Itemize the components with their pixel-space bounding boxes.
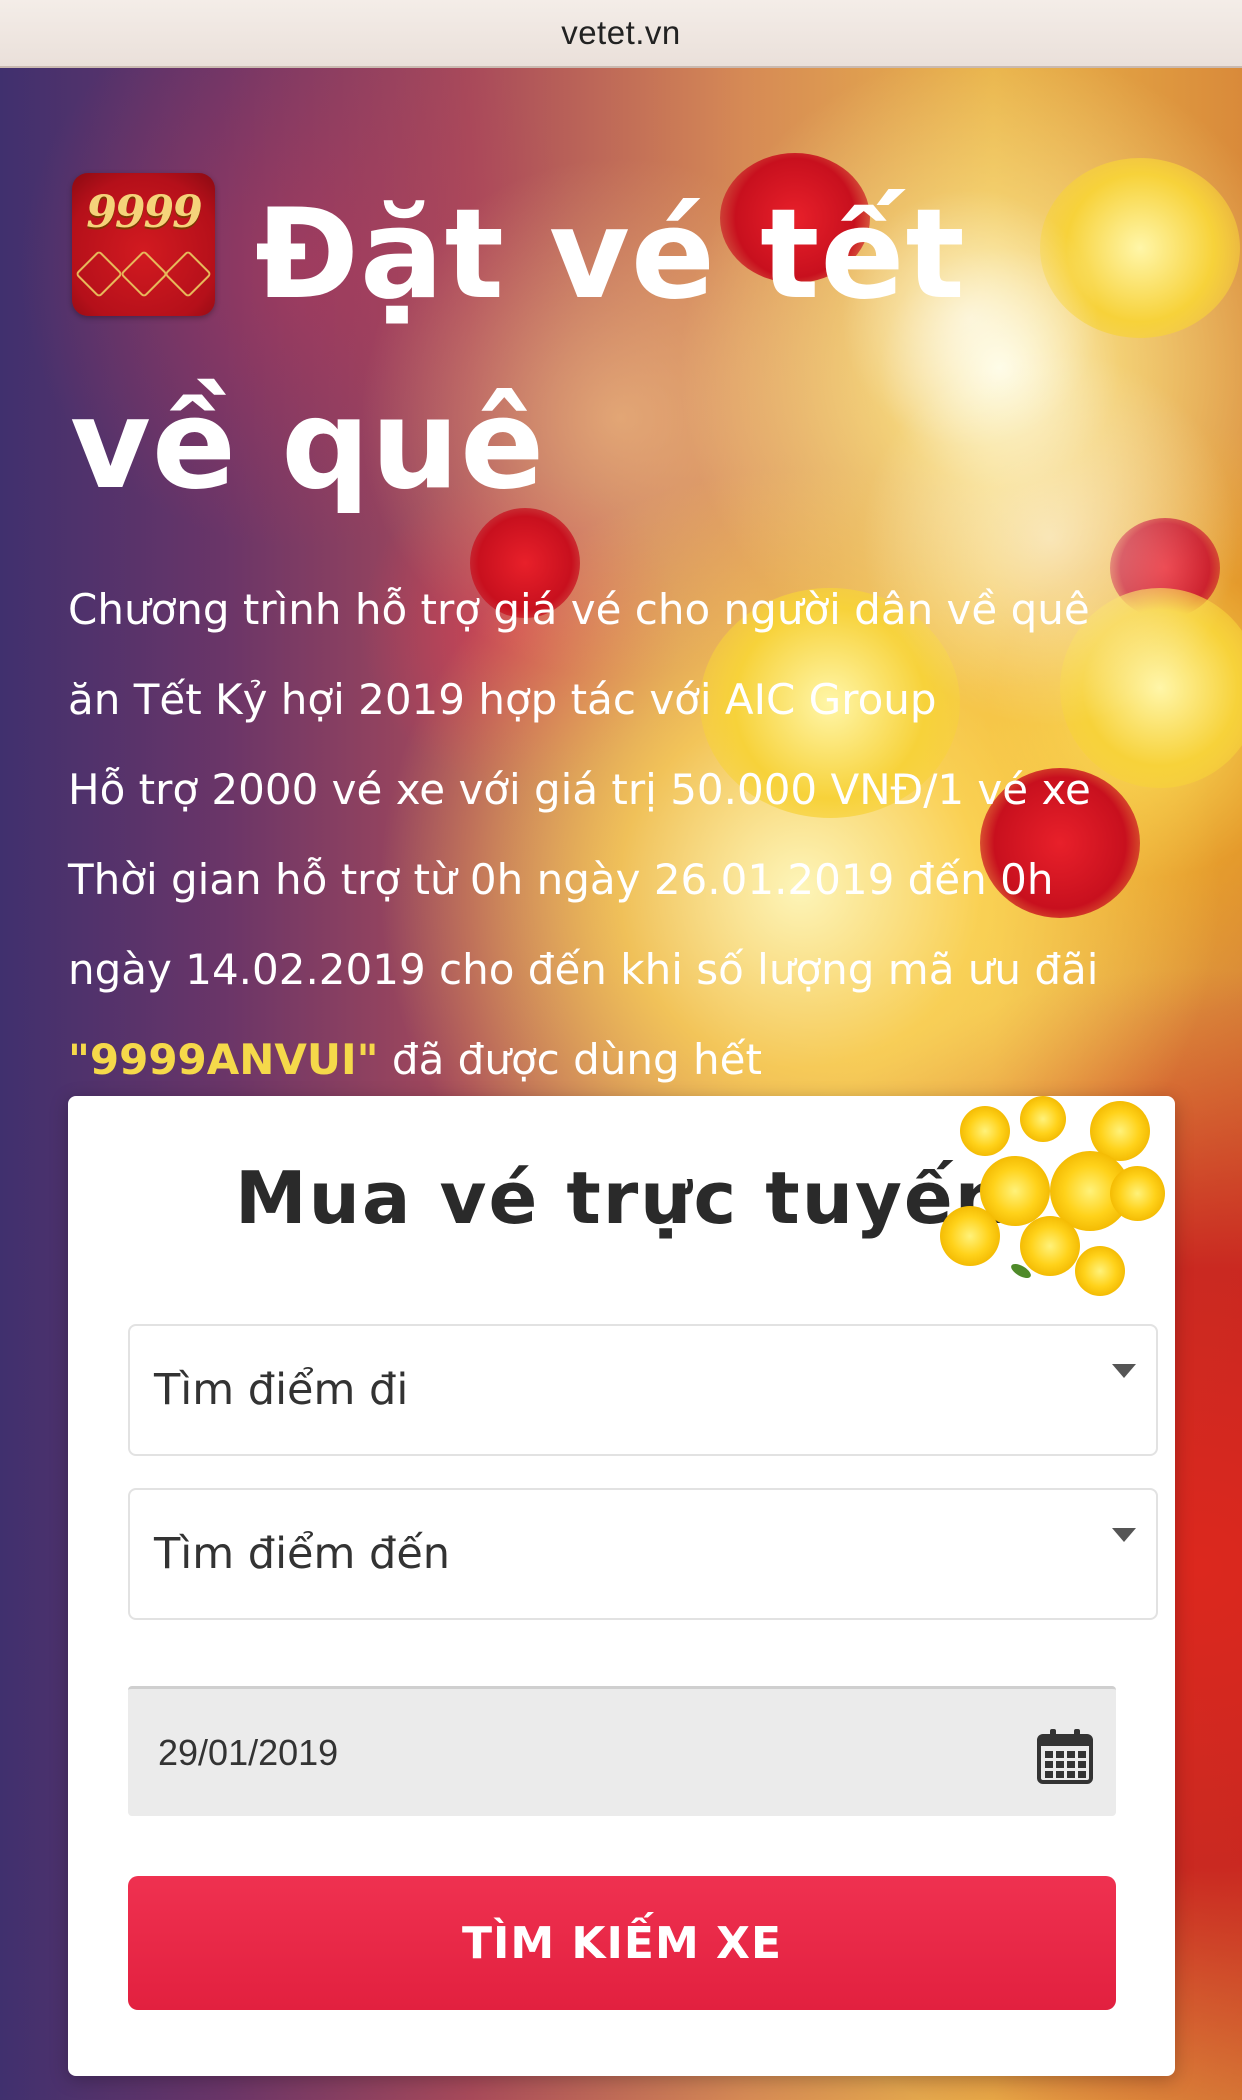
promo-description: Chương trình hỗ trợ giá vé cho người dân… — [68, 565, 1208, 1105]
description-line: "9999ANVUI" đã được dùng hết — [68, 1015, 1208, 1105]
destination-select[interactable]: Tìm điểm đến — [128, 1488, 1158, 1620]
origin-placeholder: Tìm điểm đi — [154, 1365, 409, 1415]
calendar-icon[interactable] — [1036, 1727, 1094, 1785]
promo-suffix: đã được dùng hết — [378, 1035, 762, 1084]
description-line: ngày 14.02.2019 cho đến khi số lượng mã … — [68, 945, 1099, 994]
chevron-down-icon — [1112, 1364, 1136, 1378]
origin-select[interactable]: Tìm điểm đi — [128, 1324, 1158, 1456]
page-headline: Đặt vé tết về quê — [70, 183, 966, 517]
date-value: 29/01/2019 — [158, 1731, 339, 1773]
description-line: ăn Tết Kỷ hợi 2019 hợp tác với AIC Group — [68, 675, 937, 724]
destination-placeholder: Tìm điểm đến — [154, 1529, 451, 1579]
apricot-blossom-decoration — [940, 1096, 1180, 1306]
date-input[interactable]: 29/01/2019 — [128, 1686, 1116, 1816]
browser-url-bar[interactable]: vetet.vn — [0, 0, 1242, 68]
description-line: Chương trình hỗ trợ giá vé cho người dân… — [68, 585, 1090, 634]
description-line: Hỗ trợ 2000 vé xe với giá trị 50.000 VNĐ… — [68, 765, 1091, 814]
description-line: Thời gian hỗ trợ từ 0h ngày 26.01.2019 đ… — [68, 855, 1054, 904]
chevron-down-icon — [1112, 1528, 1136, 1542]
promo-code: "9999ANVUI" — [68, 1035, 379, 1084]
search-bus-button[interactable]: TÌM KIẾM XE — [128, 1876, 1116, 2010]
url-text: vetet.vn — [561, 14, 681, 51]
